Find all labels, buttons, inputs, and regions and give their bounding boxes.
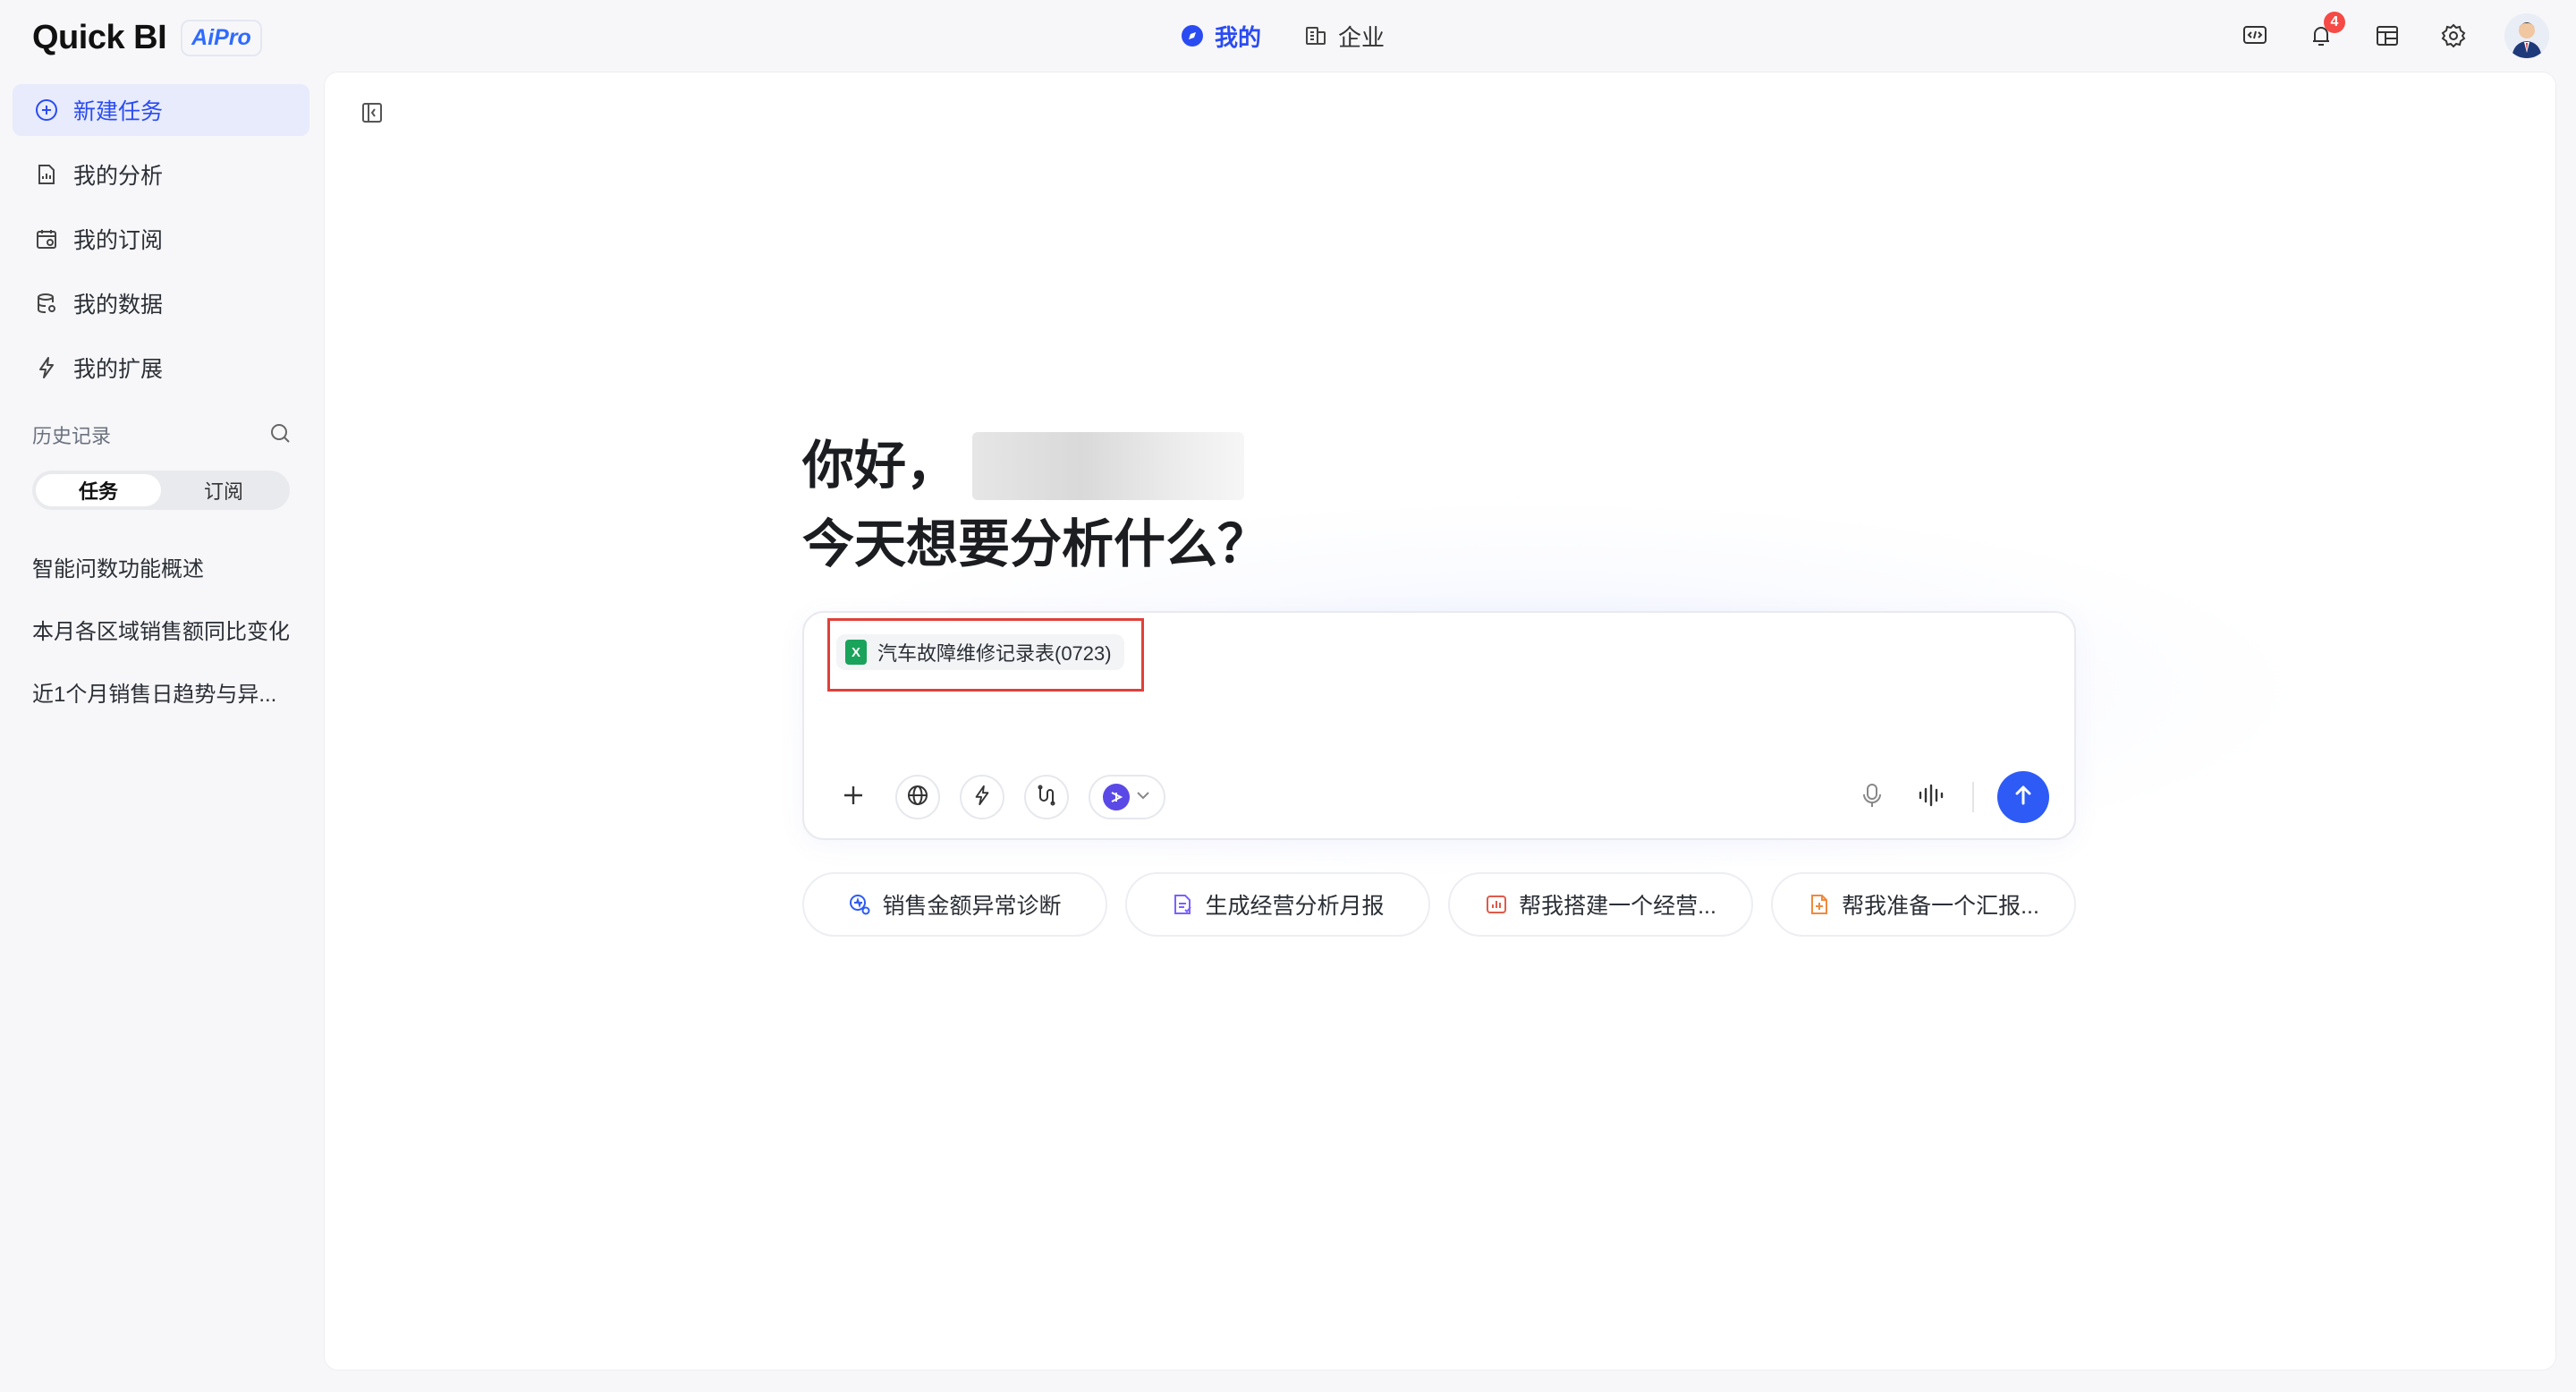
greeting-hello: 你好，	[802, 437, 959, 495]
gear-icon[interactable]	[2438, 21, 2469, 51]
avatar[interactable]	[2504, 13, 2549, 58]
lightning-icon	[34, 355, 59, 380]
calendar-icon	[34, 226, 59, 251]
history-item[interactable]: 近1个月销售日趋势与异...	[32, 660, 301, 723]
segment-tasks[interactable]: 任务	[36, 474, 161, 506]
workflow-icon	[1035, 784, 1058, 811]
sidebar-item-my-data[interactable]: 我的数据	[13, 277, 309, 329]
voice-mode-button[interactable]	[1913, 779, 1949, 815]
notification-badge: 4	[2324, 12, 2345, 33]
file-icon	[1808, 893, 1831, 916]
brand-logo[interactable]: Quick BI AiPro	[32, 16, 262, 59]
lightning-icon	[971, 785, 993, 811]
database-icon	[34, 291, 59, 316]
sidebar-item-my-analysis[interactable]: 我的分析	[13, 149, 309, 200]
add-attachment-button[interactable]	[831, 775, 876, 819]
microphone-button[interactable]	[1854, 779, 1890, 815]
brand-badge: AiPro	[181, 19, 262, 56]
segment-subscriptions[interactable]: 订阅	[161, 474, 286, 506]
plus-circle-icon	[34, 98, 59, 123]
suggestion-label: 销售金额异常诊断	[882, 894, 1062, 919]
report-icon	[1171, 893, 1194, 916]
sidebar-item-my-subscriptions[interactable]: 我的订阅	[13, 213, 309, 265]
web-search-button[interactable]	[895, 775, 940, 819]
greeting-question: 今天想要分析什么？	[802, 515, 1270, 573]
microphone-icon	[1860, 782, 1885, 813]
main-panel: 你好， 今天想要分析什么？ X 汽车故障维修记录表(0723) 销售金额异常诊断…	[324, 72, 2556, 1371]
suggestion-label: 帮我准备一个汇报...	[1842, 894, 2039, 919]
top-nav: 我的 企业	[1181, 16, 1385, 55]
sidebar-item-new-task[interactable]: 新建任务	[13, 84, 309, 136]
dashboard-grid-icon[interactable]	[2372, 21, 2402, 51]
suggestion-chip[interactable]: 帮我搭建一个经营...	[1448, 872, 1753, 937]
suggestion-label: 生成经营分析月报	[1205, 894, 1385, 919]
compass-icon	[1181, 24, 1204, 47]
collapse-sidebar-icon[interactable]	[357, 98, 387, 128]
greeting: 你好， 今天想要分析什么？	[802, 427, 1269, 584]
top-right-toolbar: 4	[2240, 12, 2549, 59]
suggestion-chip[interactable]: 生成经营分析月报	[1125, 872, 1430, 937]
input-tools-right	[1854, 771, 2049, 823]
globe-icon	[906, 784, 929, 811]
quick-action-button[interactable]	[960, 775, 1004, 819]
dashboard-icon	[1485, 893, 1508, 916]
sidebar-item-label: 我的扩展	[73, 357, 164, 382]
sidebar-item-label: 我的订阅	[73, 228, 164, 253]
sidebar-item-label: 我的数据	[73, 293, 164, 318]
suggestion-label: 帮我搭建一个经营...	[1519, 894, 1716, 919]
arrow-up-icon	[2011, 783, 2036, 812]
brand-name: Quick BI	[32, 18, 167, 56]
sidebar-menu: 新建任务 我的分析 我的订阅 我的数据 我的扩展	[13, 84, 309, 406]
suggestion-chip[interactable]: 帮我准备一个汇报...	[1771, 872, 2076, 937]
waveform-icon	[1917, 782, 1945, 813]
history-item[interactable]: 本月各区域销售额同比变化	[32, 598, 301, 660]
top-bar: Quick BI AiPro 我的 企业 4	[0, 0, 2576, 72]
toolbar-divider	[1972, 782, 1974, 812]
plus-icon	[841, 783, 866, 812]
building-icon	[1304, 24, 1327, 47]
tab-enterprise[interactable]: 企业	[1304, 20, 1385, 53]
history-list: 智能问数功能概述 本月各区域销售额同比变化 近1个月销售日趋势与异...	[32, 535, 301, 723]
history-item[interactable]: 智能问数功能概述	[32, 535, 301, 598]
model-selector[interactable]	[1089, 775, 1165, 819]
tab-enterprise-label: 企业	[1338, 23, 1385, 51]
diagnosis-icon	[848, 893, 871, 916]
sidebar-item-my-extensions[interactable]: 我的扩展	[13, 342, 309, 394]
history-segment-control: 任务 订阅	[32, 471, 290, 510]
history-header: 历史记录	[32, 420, 292, 449]
bell-icon[interactable]: 4	[2306, 12, 2345, 51]
model-logo-icon	[1103, 784, 1130, 811]
blurred-username	[972, 432, 1245, 500]
sidebar-item-label: 我的分析	[73, 164, 164, 189]
tab-mine-label: 我的	[1215, 23, 1262, 51]
history-title: 历史记录	[32, 425, 112, 447]
input-tools-left	[831, 772, 1165, 822]
attached-file-chip[interactable]: X 汽车故障维修记录表(0723)	[836, 634, 1124, 670]
excel-file-icon: X	[845, 640, 867, 665]
attached-file-name: 汽车故障维修记录表(0723)	[877, 642, 1112, 665]
send-button[interactable]	[1997, 771, 2049, 823]
tab-mine[interactable]: 我的	[1181, 20, 1261, 53]
sidebar-item-label: 新建任务	[73, 99, 164, 124]
chat-input-box[interactable]: X 汽车故障维修记录表(0723)	[802, 611, 2076, 840]
chevron-down-icon	[1135, 787, 1151, 808]
suggestion-chip[interactable]: 销售金额异常诊断	[802, 872, 1107, 937]
search-icon[interactable]	[268, 421, 292, 449]
workflow-button[interactable]	[1024, 775, 1069, 819]
sidebar: 新建任务 我的分析 我的订阅 我的数据 我的扩展 历史记录 任务 订阅 智能问数…	[0, 72, 318, 1392]
code-window-icon[interactable]	[2240, 21, 2270, 51]
suggestion-list: 销售金额异常诊断 生成经营分析月报 帮我搭建一个经营... 帮我准备一个汇报..…	[802, 872, 2076, 937]
document-chart-icon	[34, 162, 59, 187]
